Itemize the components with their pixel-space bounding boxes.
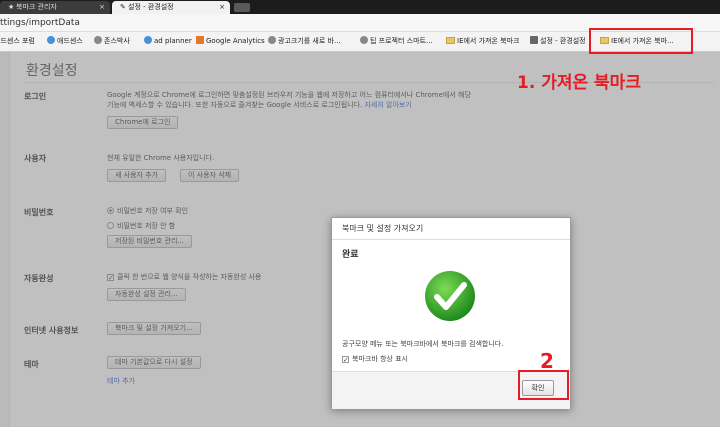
dialog-title: 북마크 및 설정 가져오기 <box>332 218 570 240</box>
tab-bookmark-manager[interactable]: ★ 북마크 관리자 × <box>0 1 110 14</box>
site-icon <box>360 36 368 44</box>
annotation-label-1: 1. 가져온 북마크 <box>517 73 641 93</box>
bookmark-item[interactable]: Google Analytics <box>196 36 265 45</box>
url-text[interactable]: ttings/importData <box>0 18 80 28</box>
success-check-icon <box>425 271 475 321</box>
checkbox-icon[interactable]: ✓ <box>342 356 349 364</box>
wrench-icon: ✎ <box>120 3 126 11</box>
new-tab-button[interactable] <box>234 3 250 12</box>
star-icon: ★ <box>8 3 15 11</box>
folder-icon <box>446 37 455 44</box>
site-icon <box>268 36 276 44</box>
close-icon[interactable]: × <box>99 1 105 14</box>
bookmark-item[interactable]: 설정 - 환경설정 <box>530 36 586 46</box>
close-icon[interactable]: × <box>219 1 225 14</box>
site-icon <box>94 36 102 44</box>
tab-settings[interactable]: ✎ 설정 - 환경설정 × <box>112 1 230 14</box>
wrench-icon <box>530 36 538 44</box>
tab-label: 설정 - 환경설정 <box>128 3 174 11</box>
bookmark-item[interactable]: 애드센스 포럼 <box>0 36 35 46</box>
bookmark-item[interactable]: 존스박사 <box>94 36 130 46</box>
annotation-label-2: 2 <box>540 349 554 373</box>
highlight-box-ok-button <box>518 370 569 400</box>
highlight-box-imported-bookmarks <box>589 28 693 54</box>
bookmark-item[interactable]: 광고크기를 새로 바... <box>268 36 341 46</box>
show-bookmarks-bar-option[interactable]: ✓ 북마크바 항상 표시 <box>342 354 408 364</box>
analytics-icon <box>196 36 204 44</box>
bookmark-item[interactable]: 팁 프로젝터 스마트... <box>360 36 433 46</box>
tab-strip: ★ 북마크 관리자 × ✎ 설정 - 환경설정 × <box>0 0 720 14</box>
bookmark-item[interactable]: 애드센스 <box>47 36 83 46</box>
site-icon <box>144 36 152 44</box>
site-icon <box>47 36 55 44</box>
dialog-message: 공구모양 메뉴 또는 북마크바에서 북마크를 검색합니다. <box>342 340 504 348</box>
tab-label: 북마크 관리자 <box>16 3 57 11</box>
dialog-status: 완료 <box>342 250 359 260</box>
bookmark-item[interactable]: ad planner <box>144 36 192 45</box>
bookmark-folder[interactable]: IE에서 가져온 북마크 <box>446 36 519 46</box>
